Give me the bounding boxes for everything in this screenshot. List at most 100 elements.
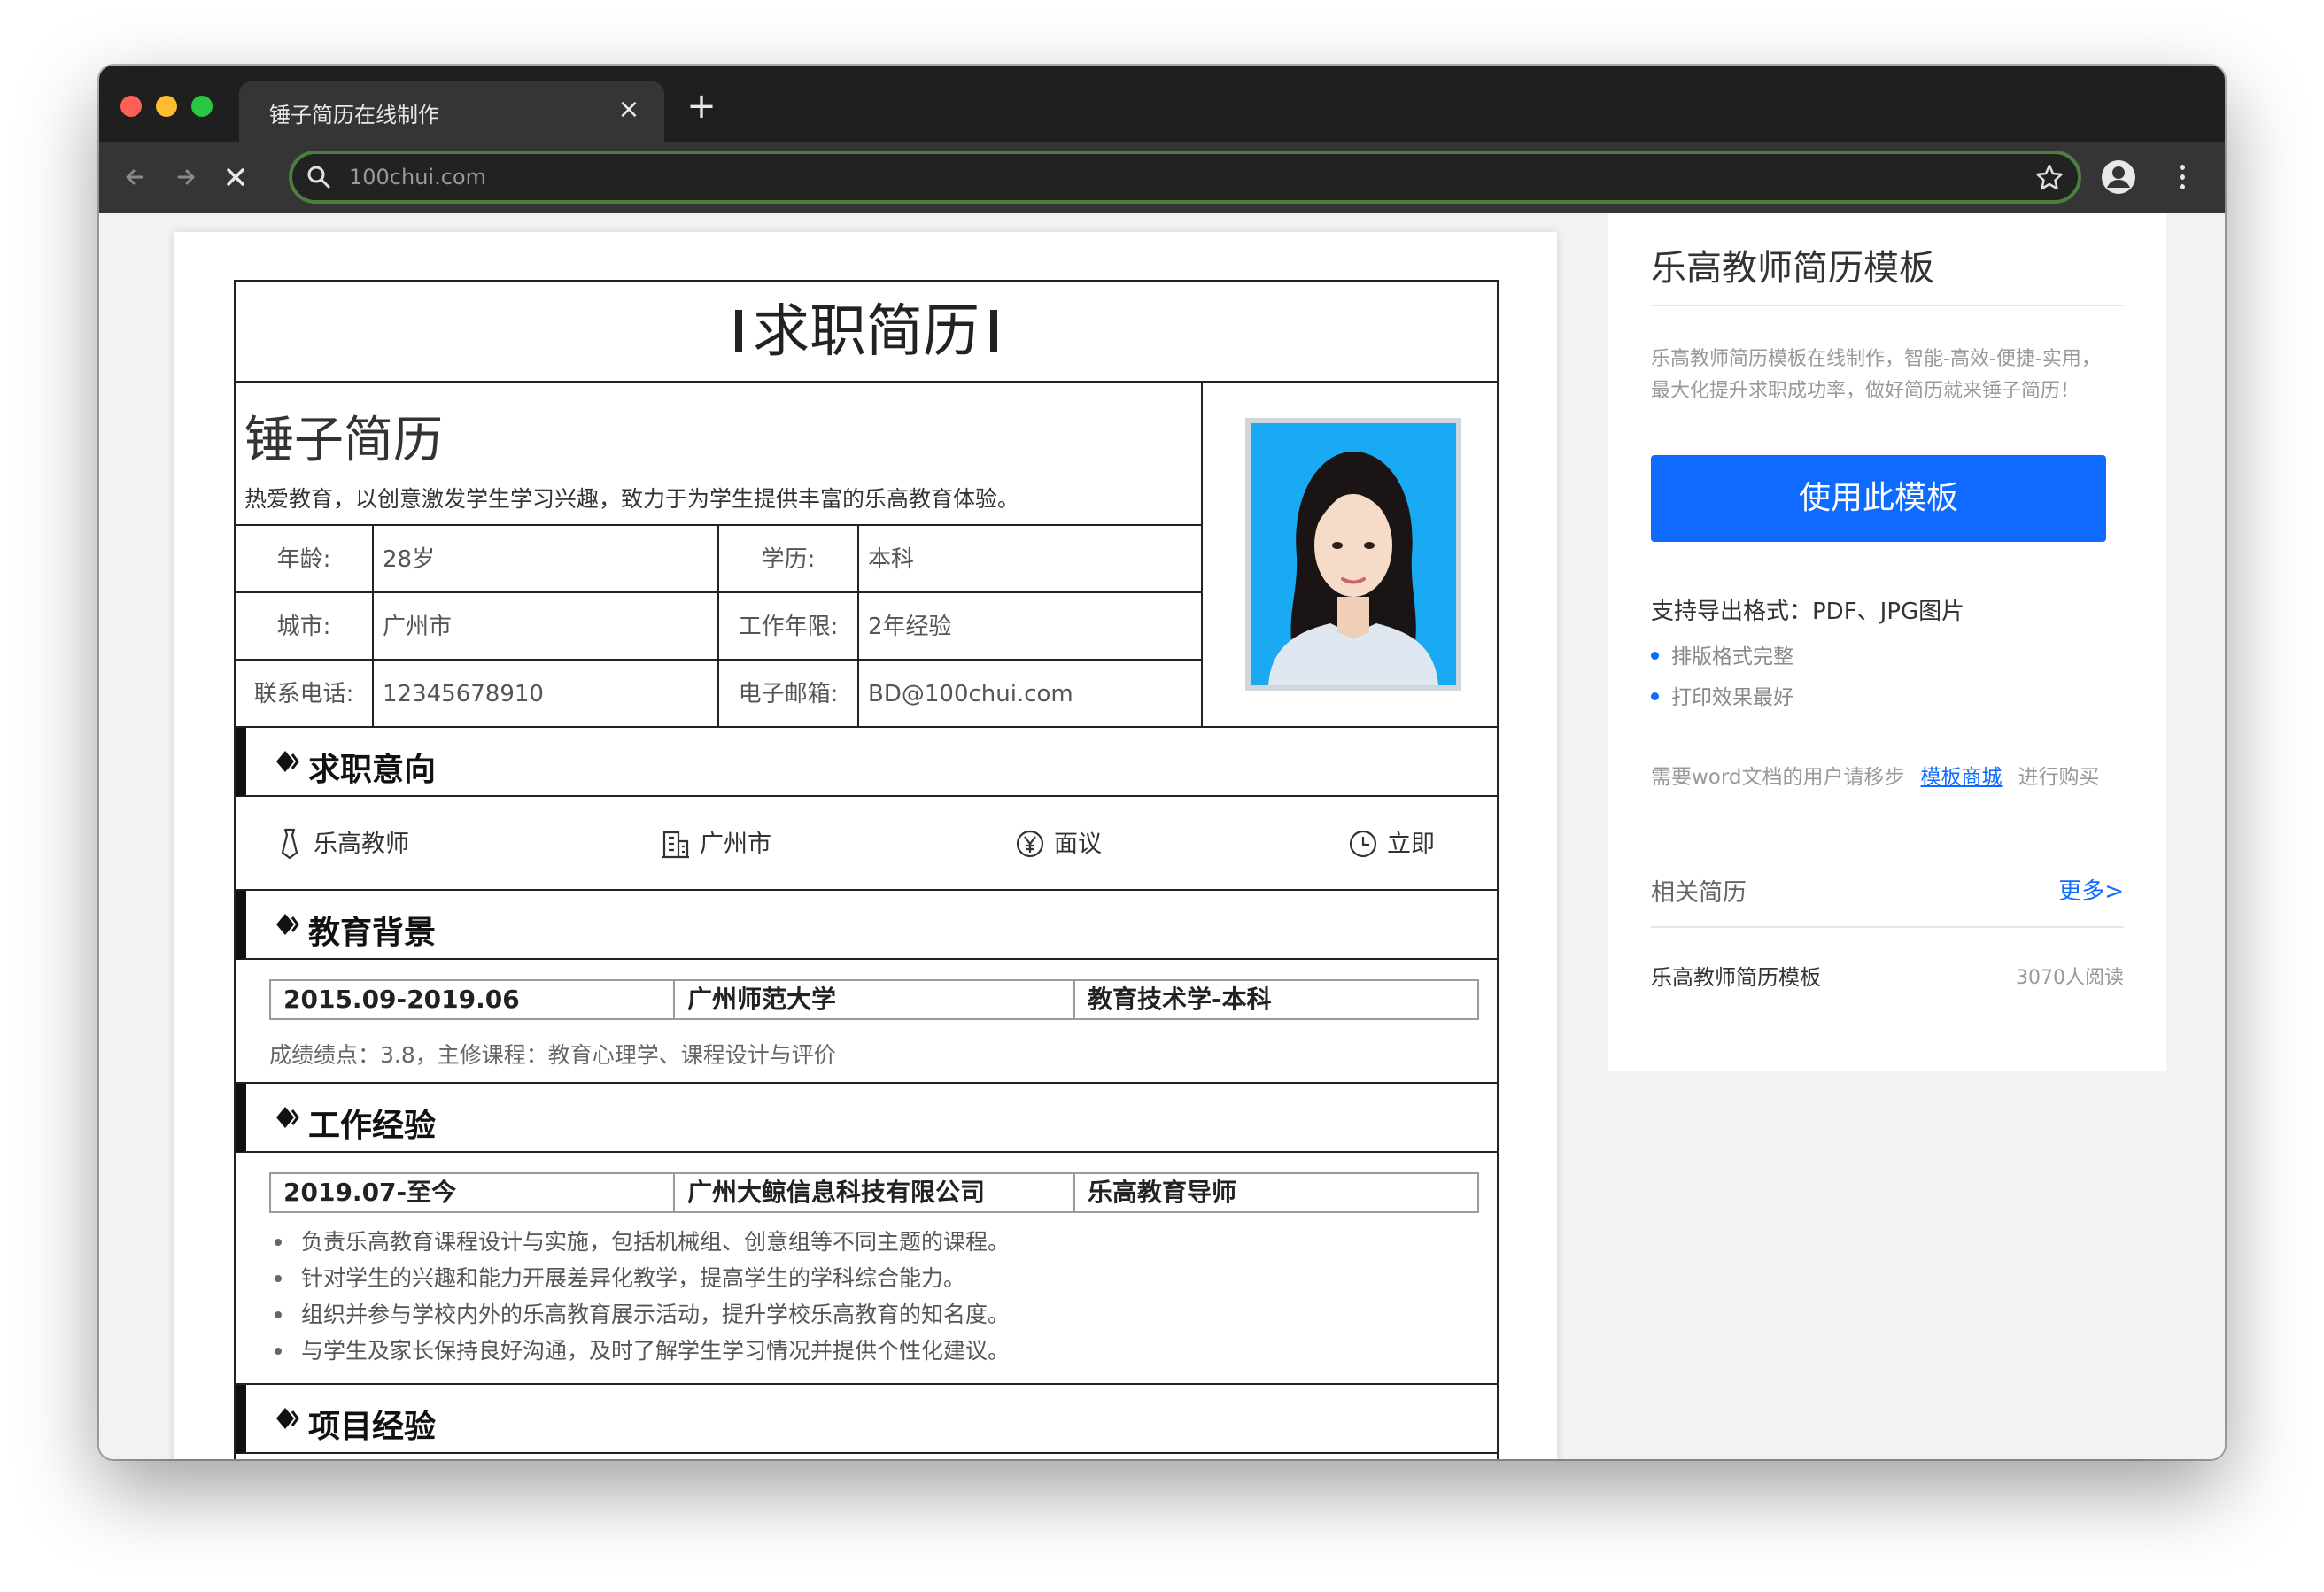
- basic-info-block: 锤子简历 热爱教育，以创意激发学生学习兴趣，致力于为学生提供丰富的乐高教育体验。…: [236, 383, 1203, 728]
- url-text: 100chui.com: [349, 165, 486, 189]
- word-doc-note: 需要word文档的用户请移步 模板商城 进行购买: [1651, 760, 2100, 790]
- education-description: 成绩绩点：3.8，主修课程：教育心理学、课程设计与评价: [269, 1042, 836, 1068]
- back-button[interactable]: [115, 158, 154, 197]
- list-item: 与学生及家长保持良好沟通，及时了解学生学习情况并提供个性化建议。: [269, 1333, 1010, 1369]
- forward-button[interactable]: [167, 158, 205, 197]
- diamond-bullet-icon: [276, 1408, 299, 1429]
- info-value: 2年经验: [868, 614, 952, 640]
- info-value: 广州市: [374, 593, 719, 661]
- related-resume-link[interactable]: 乐高教师简历模板: [1651, 960, 1821, 991]
- info-value: 28岁: [374, 526, 719, 593]
- info-label: 学历:: [719, 526, 859, 593]
- candidate-name: 锤子简历: [244, 412, 443, 469]
- feature-item: 打印效果最好: [1651, 680, 1793, 710]
- stop-loading-button[interactable]: [216, 158, 255, 197]
- diamond-bullet-icon: [276, 1107, 299, 1128]
- intent-salary-text: 面议: [1054, 831, 1102, 858]
- list-item: 针对学生的兴趣和能力开展差异化教学，提高学生的学科综合能力。: [269, 1260, 1010, 1296]
- divider: [1651, 926, 2124, 928]
- intent-position: 乐高教师: [275, 827, 409, 862]
- more-link[interactable]: 更多>: [2058, 873, 2124, 906]
- intent-position-text: 乐高教师: [314, 831, 409, 858]
- profile-photo: [1251, 423, 1456, 685]
- template-store-link[interactable]: 模板商城: [1921, 766, 2003, 789]
- resume-title: 求职简历: [236, 282, 1497, 383]
- info-row: 联系电话: 12345678910 电子邮箱: BD@100chui.com: [236, 661, 1203, 728]
- resume-paper: 求职简历 锤子简历 热爱教育，以创意激发学生学习兴趣，致力于为学生提供丰富的乐高…: [174, 232, 1557, 1459]
- intent-city-text: 广州市: [700, 831, 771, 858]
- education-entry: 2015.09-2019.06 广州师范大学 教育技术学-本科 成绩绩点：3.8…: [236, 960, 1497, 1084]
- tab-strip: 锤子简历在线制作 × +: [99, 66, 2225, 142]
- work-entry: 2019.07-至今 广州大鲸信息科技有限公司 乐高教育导师 负责乐高教育课程设…: [236, 1153, 1497, 1385]
- template-title: 乐高教师简历模板: [1651, 248, 1934, 289]
- section-header-intent: 求职意向: [236, 728, 1497, 797]
- work-period: 2019.07-至今: [271, 1174, 675, 1211]
- job-intent-row: 乐高教师 广州市 面议 立即: [236, 797, 1497, 891]
- work-duties: 负责乐高教育课程设计与实施，包括机械组、创意组等不同主题的课程。 针对学生的兴趣…: [269, 1224, 1010, 1369]
- description-line: 乐高教师简历模板在线制作，智能-高效-便捷-实用，: [1651, 348, 2101, 370]
- section-title: 工作经验: [308, 1108, 437, 1144]
- title-bar-left: [735, 310, 742, 353]
- section-title: 求职意向: [308, 752, 437, 788]
- close-window-button[interactable]: [120, 96, 142, 117]
- info-value: 本科: [868, 546, 915, 573]
- tab-close-icon[interactable]: ×: [613, 94, 645, 126]
- list-item: 组织并参与学校内外的乐高教育展示活动，提升学校乐高教育的知名度。: [269, 1296, 1010, 1333]
- profile-photo-frame: [1245, 418, 1461, 691]
- diamond-bullet-icon: [276, 751, 299, 772]
- new-tab-button[interactable]: +: [684, 89, 719, 124]
- yen-coin-icon: [1016, 830, 1044, 857]
- section-title: 教育背景: [308, 915, 437, 951]
- address-bar[interactable]: 100chui.com: [289, 151, 2081, 204]
- section-header-work: 工作经验: [236, 1084, 1497, 1153]
- bookmark-star-icon[interactable]: [2034, 161, 2065, 193]
- feature-text: 排版格式完整: [1671, 645, 1793, 668]
- related-resumes-title: 相关简历: [1651, 879, 1747, 907]
- education-period: 2015.09-2019.06: [271, 981, 675, 1018]
- section-header-education: 教育背景: [236, 891, 1497, 960]
- info-grid: 年龄: 28岁 学历: 本科 城市: 广州市 工作年限: 2年经验 联系电话: …: [236, 524, 1203, 728]
- education-infobar: 2015.09-2019.06 广州师范大学 教育技术学-本科: [269, 979, 1479, 1020]
- template-description: 乐高教师简历模板在线制作，智能-高效-便捷-实用， 最大化提升求职成功率，做好简…: [1651, 344, 2124, 407]
- maximize-window-button[interactable]: [191, 96, 213, 117]
- diamond-bullet-icon: [276, 914, 299, 935]
- clock-icon: [1349, 830, 1377, 857]
- work-company: 广州大鲸信息科技有限公司: [675, 1174, 1075, 1211]
- candidate-motto: 热爱教育，以创意激发学生学习兴趣，致力于为学生提供丰富的乐高教育体验。: [244, 486, 1020, 512]
- minimize-window-button[interactable]: [156, 96, 177, 117]
- portrait-illustration: [1251, 423, 1456, 685]
- use-template-button[interactable]: 使用此模板: [1651, 455, 2106, 542]
- bullet-dot: [1651, 692, 1659, 700]
- education-major: 教育技术学-本科: [1088, 985, 1272, 1014]
- bullet-dot: [1651, 652, 1659, 660]
- arrow-right-icon: [177, 169, 195, 185]
- title-bar-right: [990, 310, 997, 353]
- browser-window: 锤子简历在线制作 × + 100chui.com 求职简历 锤子简历 热爱教育，…: [99, 66, 2225, 1459]
- intent-city: 广州市: [661, 827, 771, 862]
- building-icon: [662, 831, 689, 858]
- intent-availability: 立即: [1348, 827, 1435, 862]
- tie-icon: [281, 828, 298, 859]
- page-viewport: 求职简历 锤子简历 热爱教育，以创意激发学生学习兴趣，致力于为学生提供丰富的乐高…: [99, 213, 2225, 1459]
- divider: [1651, 305, 2124, 306]
- info-label: 年龄:: [236, 526, 374, 593]
- info-value: 12345678910: [374, 661, 719, 728]
- work-role: 乐高教育导师: [1088, 1178, 1237, 1207]
- profile-avatar-icon[interactable]: [2099, 158, 2138, 197]
- tab-title: 锤子简历在线制作: [269, 103, 439, 128]
- arrow-left-icon: [126, 169, 143, 185]
- work-infobar: 2019.07-至今 广州大鲸信息科技有限公司 乐高教育导师: [269, 1172, 1479, 1213]
- info-row: 城市: 广州市 工作年限: 2年经验: [236, 593, 1203, 661]
- browser-toolbar: 100chui.com: [99, 142, 2225, 213]
- template-sidebar: 乐高教师简历模板 乐高教师简历模板在线制作，智能-高效-便捷-实用， 最大化提升…: [1608, 213, 2166, 1071]
- info-label: 工作年限:: [719, 593, 859, 661]
- kebab-menu-icon[interactable]: [2163, 158, 2202, 197]
- list-item: 负责乐高教育课程设计与实施，包括机械组、创意组等不同主题的课程。: [269, 1224, 1010, 1260]
- info-value: BD@100chui.com: [868, 681, 1073, 707]
- browser-tab[interactable]: 锤子简历在线制作 ×: [239, 81, 664, 142]
- info-row: 年龄: 28岁 学历: 本科: [236, 526, 1203, 593]
- info-label: 电子邮箱:: [719, 661, 859, 728]
- feature-item: 排版格式完整: [1651, 639, 1793, 669]
- intent-salary: 面议: [1015, 827, 1102, 862]
- section-header-project: 项目经验: [236, 1385, 1497, 1454]
